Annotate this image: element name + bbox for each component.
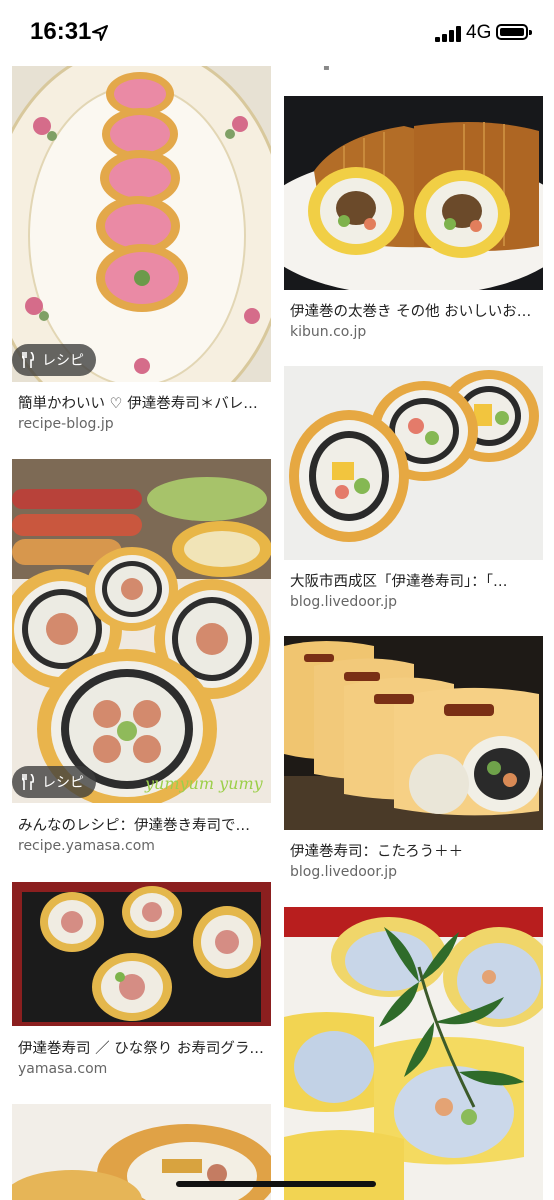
network-type: 4G (466, 22, 492, 43)
cellular-signal-icon (435, 26, 461, 42)
result-image[interactable] (12, 882, 271, 1026)
result-card[interactable]: 伊達巻寿司 ／ ひな祭り お寿司グラ… yamasa.com (12, 882, 271, 1082)
result-caption[interactable]: 簡単かわいい ♡ 伊達巻寿司＊バレ… (18, 392, 268, 413)
result-domain[interactable]: blog.livedoor.jp (290, 594, 397, 610)
fork-knife-icon (22, 774, 35, 790)
result-image[interactable] (12, 66, 271, 382)
recipe-badge: レシピ (12, 766, 96, 798)
result-image[interactable] (284, 636, 543, 830)
result-domain[interactable]: kibun.co.jp (290, 324, 366, 340)
result-card[interactable]: yumyum yumy レシピ みんなのレシピ：伊達巻き寿司で… recipe.… (12, 459, 271, 859)
home-indicator[interactable] (176, 1181, 376, 1187)
clock: 16:31 (30, 18, 92, 45)
result-caption[interactable]: 伊達巻寿司 ／ ひな祭り お寿司グラ… (18, 1037, 268, 1058)
result-domain[interactable]: yamasa.com (18, 1061, 107, 1077)
recipe-badge-label: レシピ (42, 353, 84, 369)
result-domain[interactable]: blog.livedoor.jp (290, 864, 397, 880)
result-caption[interactable]: 伊達巻寿司：こたろう＋＋ (290, 840, 540, 861)
result-card[interactable]: 伊達巻の太巻き その他 おいしいお… kibun.co.jp (284, 96, 543, 346)
result-card[interactable] (284, 907, 543, 1200)
result-caption[interactable]: 大阪市西成区「伊達巻寿司」：「… (290, 570, 540, 591)
fork-knife-icon (22, 352, 35, 368)
result-domain[interactable]: recipe-blog.jp (18, 416, 114, 432)
result-image[interactable]: yumyum yumy (12, 459, 271, 803)
result-card[interactable]: 伊達巻寿司：こたろう＋＋ blog.livedoor.jp (284, 636, 543, 886)
result-card[interactable]: レシピ 簡単かわいい ♡ 伊達巻寿司＊バレ… recipe-blog.jp (12, 66, 271, 436)
result-caption[interactable]: 伊達巻の太巻き その他 おいしいお… (290, 300, 540, 321)
result-image[interactable] (284, 96, 543, 290)
recipe-badge-label: レシピ (42, 775, 84, 791)
battery-icon (496, 24, 532, 40)
status-bar: 16:31 4G (0, 0, 554, 66)
watermark-text: yumyum yumy (144, 774, 264, 793)
result-image[interactable] (284, 366, 543, 560)
result-card[interactable]: 大阪市西成区「伊達巻寿司」：「… blog.livedoor.jp (284, 366, 543, 616)
result-caption[interactable]: みんなのレシピ：伊達巻き寿司で… (18, 814, 268, 835)
result-domain[interactable]: recipe.yamasa.com (18, 838, 155, 854)
recipe-badge: レシピ (12, 344, 96, 376)
location-arrow-icon (92, 25, 108, 41)
result-image[interactable] (284, 907, 543, 1200)
